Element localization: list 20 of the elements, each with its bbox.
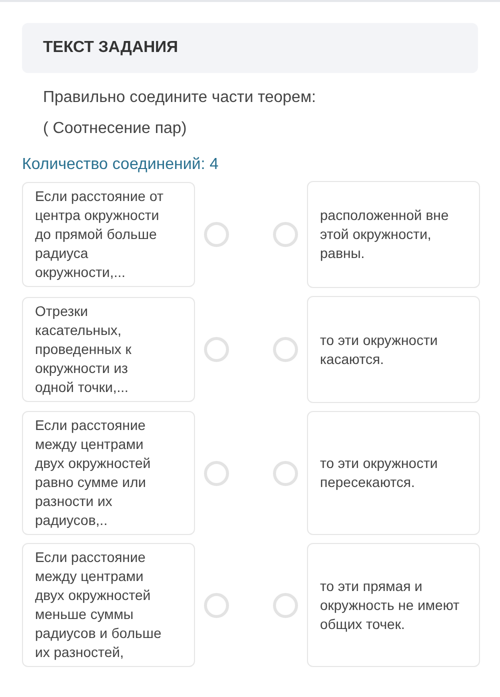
section-heading: ТЕКСТ ЗАДАНИЯ <box>43 38 178 58</box>
match-card[interactable]: Отрезки касательных, проведенных к окружности из одной точки,... <box>22 297 195 402</box>
connector-radio[interactable] <box>204 460 229 486</box>
connector-radio[interactable] <box>273 222 298 247</box>
match-card[interactable]: то эти прямая и окружность не имеют общих точек. <box>307 543 480 667</box>
question-text: ( Соотнесение пар) <box>43 119 188 139</box>
match-card[interactable]: Если расстояние от центра окружности до прямой больше радиуса окружности,... <box>22 182 195 287</box>
connector-radio[interactable] <box>273 460 298 486</box>
match-card[interactable]: то эти окружности пересекаются. <box>307 411 480 535</box>
connector-radio[interactable] <box>204 337 229 362</box>
connector-radio[interactable] <box>273 592 298 618</box>
connector-radio[interactable] <box>204 592 229 618</box>
connector-radio[interactable] <box>273 337 298 362</box>
connector-radio[interactable] <box>204 222 229 247</box>
question-text: Правильно соедините части теорем: <box>43 88 317 108</box>
match-card[interactable]: расположенной вне этой окружности, равны. <box>307 181 480 288</box>
match-card[interactable]: Если расстояние между центрами двух окружностей равно сумме или разности их радиусов,.. <box>22 411 195 535</box>
connections-count: Количество соединений: 4 <box>22 155 220 175</box>
match-card[interactable]: Если расстояние между центрами двух окружностей меньше суммы радиусов и больше их разностей, <box>22 543 195 667</box>
match-card[interactable]: то эти окружности касаются. <box>307 296 480 403</box>
